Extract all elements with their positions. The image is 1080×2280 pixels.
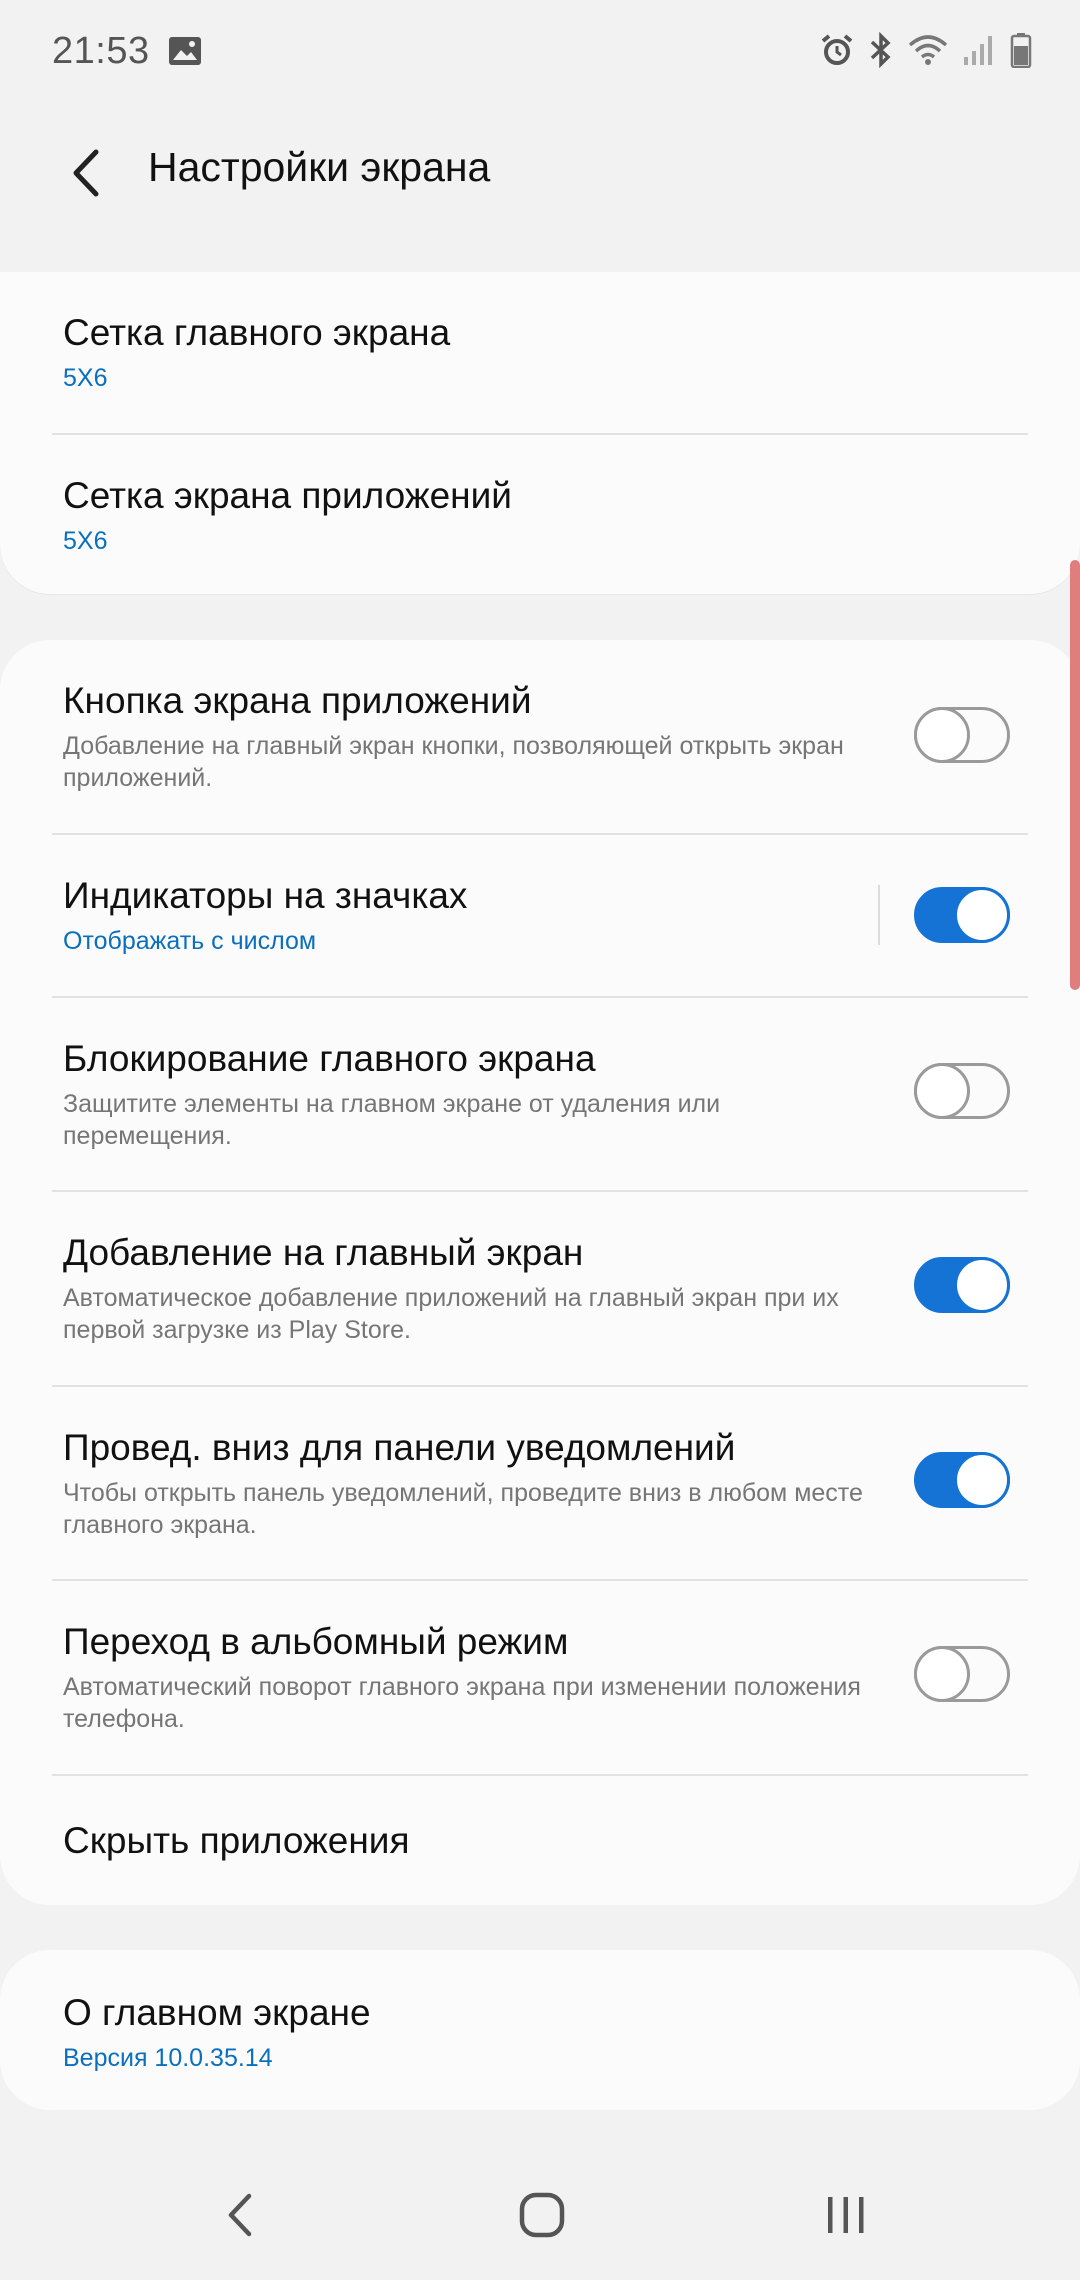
lock-layout-toggle[interactable]: [914, 1063, 1010, 1119]
scrollbar[interactable]: [1070, 560, 1080, 990]
row-description: Добавление на главный экран кнопки, позв…: [63, 732, 844, 792]
row-title: Сетка главного экрана: [63, 312, 451, 353]
home-nav-icon: [519, 2192, 565, 2238]
wifi-icon: [908, 35, 948, 65]
row-value: 5X6: [63, 364, 108, 392]
page-title: Настройки экрана: [148, 144, 491, 190]
grid-settings-card: Сетка главного экрана 5X6 Сетка экрана п…: [0, 272, 1080, 595]
recents-nav-icon: [828, 2197, 864, 2233]
add-to-home-toggle[interactable]: [914, 1257, 1010, 1313]
toggle-thumb: [954, 887, 1010, 943]
row-description: Автоматическое добавление приложений на …: [63, 1284, 839, 1344]
row-title: Провед. вниз для панели уведомлений: [63, 1427, 736, 1468]
row-title: Кнопка экрана приложений: [63, 680, 532, 721]
gallery-icon: [169, 37, 201, 65]
row-title: Скрыть приложения: [63, 1820, 410, 1861]
toggle-thumb: [914, 1063, 970, 1119]
add-to-home-row[interactable]: Добавление на главный экран Автоматическ…: [0, 1192, 1080, 1385]
landscape-mode-toggle[interactable]: [914, 1646, 1010, 1702]
home-grid-row[interactable]: Сетка главного экрана 5X6: [0, 272, 1080, 432]
nav-back-button[interactable]: [200, 2180, 280, 2250]
status-time: 21:53: [52, 30, 150, 72]
row-description: Защитите элементы на главном экране от у…: [63, 1090, 721, 1150]
status-icons: [820, 32, 1032, 68]
icon-badges-row[interactable]: Индикаторы на значках Отображать с число…: [0, 835, 1080, 995]
apps-button-toggle[interactable]: [914, 707, 1010, 763]
swipe-notifications-row[interactable]: Провед. вниз для панели уведомлений Чтоб…: [0, 1387, 1080, 1580]
status-bar: 21:53: [0, 0, 1080, 110]
apps-button-row[interactable]: Кнопка экрана приложений Добавление на г…: [0, 640, 1080, 833]
landscape-mode-row[interactable]: Переход в альбомный режим Автоматический…: [0, 1581, 1080, 1774]
nav-home-button[interactable]: [502, 2180, 582, 2250]
row-title: Блокирование главного экрана: [63, 1038, 596, 1079]
about-card: О главном экране Версия 10.0.35.14: [0, 1950, 1080, 2110]
alarm-icon: [821, 34, 853, 65]
row-title: Добавление на главный экран: [63, 1232, 584, 1273]
row-description: Чтобы открыть панель уведомлений, провед…: [63, 1479, 863, 1539]
lock-layout-row[interactable]: Блокирование главного экрана Защитите эл…: [0, 998, 1080, 1191]
apps-grid-row[interactable]: Сетка экрана приложений 5X6: [0, 435, 1080, 595]
row-title: Переход в альбомный режим: [63, 1621, 569, 1662]
nav-recents-button[interactable]: [806, 2180, 886, 2250]
row-value: Отображать с числом: [63, 927, 317, 955]
chevron-left-icon: [73, 149, 99, 197]
row-value: 5X6: [63, 527, 108, 555]
navigation-bar: [0, 2150, 1080, 2280]
home-settings-card: Кнопка экрана приложений Добавление на г…: [0, 640, 1080, 1905]
version-text: Версия 10.0.35.14: [63, 2044, 273, 2072]
toggle-thumb: [954, 1257, 1010, 1313]
row-title: Сетка экрана приложений: [63, 475, 512, 516]
back-button[interactable]: [55, 138, 115, 208]
row-description: Автоматический поворот главного экрана п…: [63, 1673, 861, 1733]
row-title: О главном экране: [63, 1992, 371, 2033]
app-header: Настройки экрана: [0, 120, 1080, 230]
toggle-thumb: [914, 1646, 970, 1702]
toggle-thumb: [914, 707, 970, 763]
icon-badges-toggle[interactable]: [914, 887, 1010, 943]
vertical-separator: [878, 885, 880, 945]
hide-apps-row[interactable]: Скрыть приложения: [0, 1776, 1080, 1905]
battery-icon: [1010, 33, 1032, 68]
signal-icon: [964, 36, 992, 65]
row-title: Индикаторы на значках: [63, 875, 468, 916]
about-home-row[interactable]: О главном экране Версия 10.0.35.14: [0, 1950, 1080, 2110]
swipe-notifications-toggle[interactable]: [914, 1452, 1010, 1508]
bluetooth-icon: [870, 32, 891, 68]
toggle-thumb: [954, 1452, 1010, 1508]
back-nav-icon: [228, 2193, 252, 2237]
